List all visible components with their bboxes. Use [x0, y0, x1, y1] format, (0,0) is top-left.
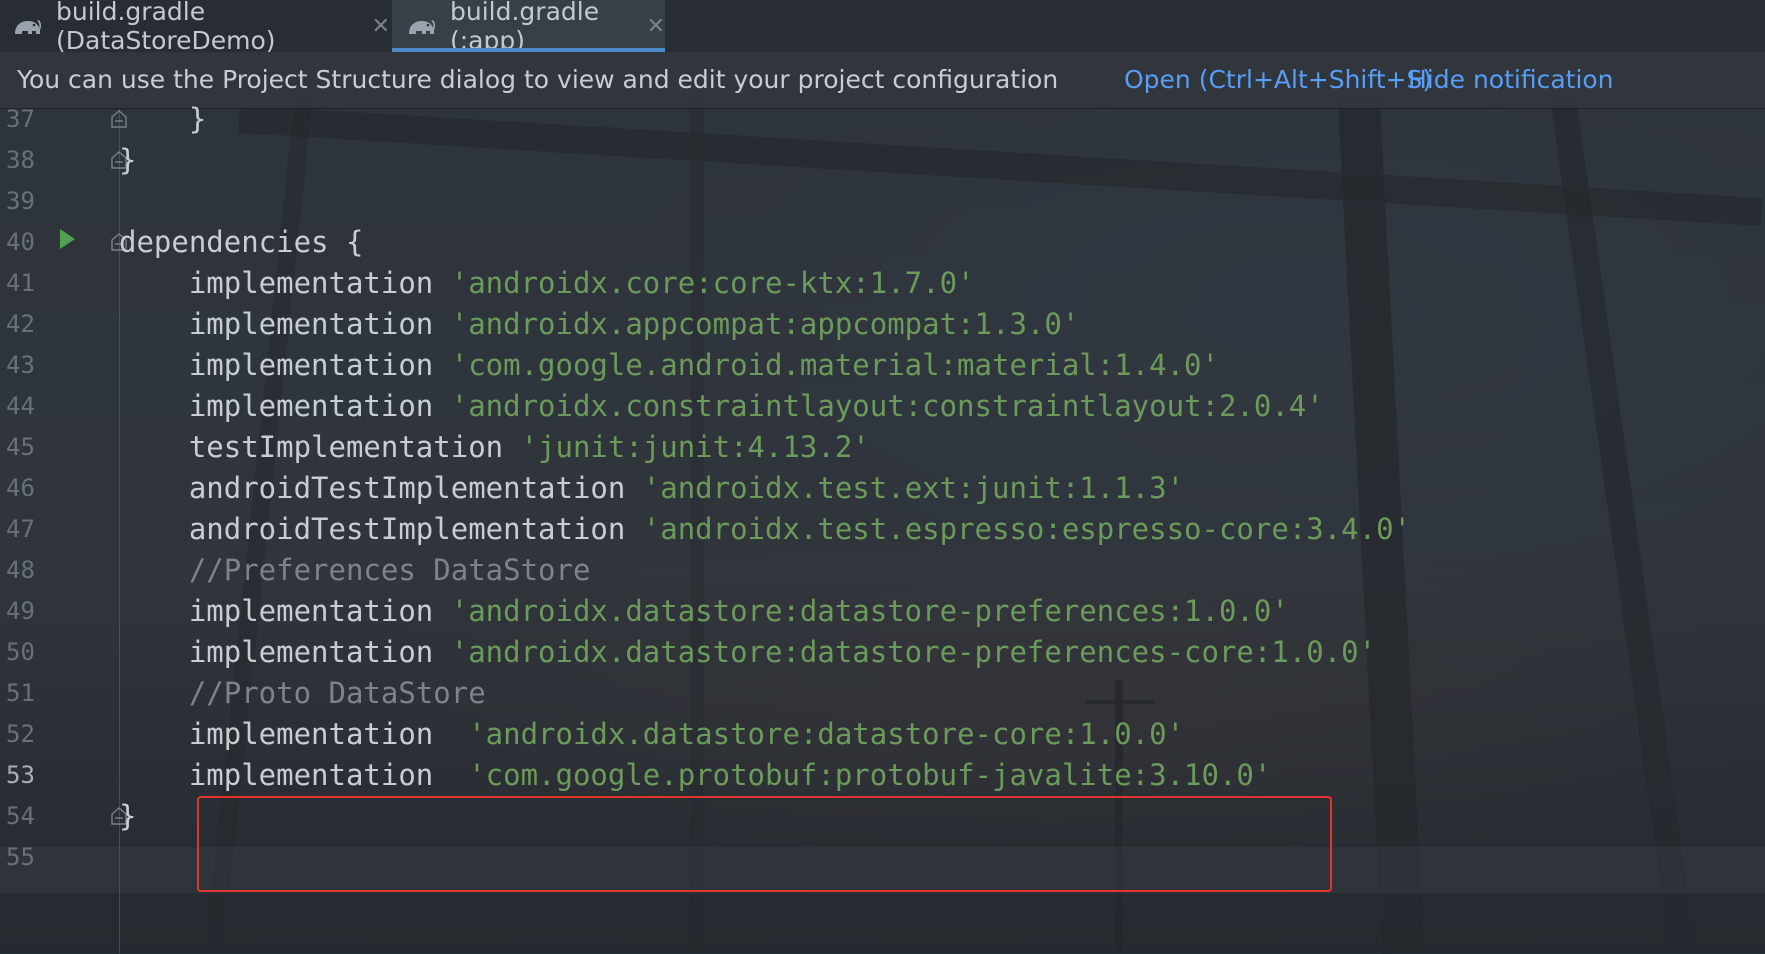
notification-message: You can use the Project Structure dialog…	[17, 65, 1059, 94]
hide-notification-link[interactable]: Hide notification	[1408, 65, 1614, 94]
comment-text: //Proto DataStore	[119, 676, 486, 710]
code-text: androidTestImplementation 'androidx.test…	[119, 465, 1184, 511]
code-text: androidTestImplementation 'androidx.test…	[119, 506, 1411, 552]
code-text: }	[119, 793, 136, 839]
tab-build-gradle-project[interactable]: build.gradle (DataStoreDemo) ✕	[12, 0, 390, 55]
code-line[interactable]: 50 implementation 'androidx.datastore:da…	[0, 629, 1765, 675]
code-text: implementation 'androidx.constraintlayou…	[119, 383, 1324, 429]
line-number: 37	[6, 105, 35, 133]
line-number: 54	[6, 802, 35, 830]
code-line[interactable]: 53 implementation 'com.google.protobuf:p…	[0, 752, 1765, 798]
comment-text: //Preferences DataStore	[119, 553, 591, 587]
string-literal: 'androidx.test.ext:junit:1.1.3'	[642, 471, 1185, 505]
code-line[interactable]: 47 androidTestImplementation 'androidx.t…	[0, 506, 1765, 552]
code-token: implementation	[119, 307, 451, 341]
string-literal: 'com.google.protobuf:protobuf-javalite:3…	[468, 758, 1272, 792]
code-token: implementation	[119, 348, 451, 382]
open-project-structure-link[interactable]: Open (Ctrl+Alt+Shift+S)	[1124, 65, 1432, 94]
string-literal: 'androidx.datastore:datastore-core:1.0.0…	[468, 717, 1185, 751]
code-token: implementation	[119, 266, 451, 300]
code-text: //Preferences DataStore	[119, 547, 591, 593]
code-line[interactable]: 40 dependencies {	[0, 219, 1765, 265]
tab-build-gradle-app[interactable]: build.gradle (:app) ✕	[392, 0, 665, 55]
line-number: 39	[6, 187, 35, 215]
code-line[interactable]: 42 implementation 'androidx.appcompat:ap…	[0, 301, 1765, 347]
line-number: 50	[6, 638, 35, 666]
editor-tab-bar: build.gradle (DataStoreDemo) ✕ build.gra…	[0, 0, 1765, 55]
code-token: implementation	[119, 717, 469, 751]
string-literal: 'junit:junit:4.13.2'	[520, 430, 870, 464]
line-number: 45	[6, 433, 35, 461]
code-token: androidTestImplementation	[119, 512, 643, 546]
code-line[interactable]: 52 implementation 'androidx.datastore:da…	[0, 711, 1765, 757]
code-text: dependencies {	[119, 219, 363, 265]
close-icon[interactable]: ✕	[647, 14, 665, 39]
line-number: 51	[6, 679, 35, 707]
tab-label: build.gradle (DataStoreDemo)	[56, 0, 276, 55]
string-literal: 'androidx.datastore:datastore-preference…	[450, 635, 1377, 669]
code-line[interactable]: 38}	[0, 137, 1765, 183]
gradle-elephant-icon	[12, 15, 42, 37]
string-literal: 'androidx.constraintlayout:constraintlay…	[450, 389, 1324, 423]
code-token: implementation	[119, 635, 451, 669]
code-text: }	[119, 96, 206, 142]
line-number: 48	[6, 556, 35, 584]
line-number: 42	[6, 310, 35, 338]
code-line[interactable]: 46 androidTestImplementation 'androidx.t…	[0, 465, 1765, 511]
code-token: implementation	[119, 389, 451, 423]
code-line[interactable]: 41 implementation 'androidx.core:core-kt…	[0, 260, 1765, 306]
code-text: testImplementation 'junit:junit:4.13.2'	[119, 424, 870, 470]
code-text: implementation 'androidx.core:core-ktx:1…	[119, 260, 975, 306]
code-token: implementation	[119, 758, 469, 792]
close-icon[interactable]: ✕	[372, 14, 390, 39]
string-literal: 'com.google.android.material:material:1.…	[450, 348, 1219, 382]
code-token: androidTestImplementation	[119, 471, 643, 505]
code-line[interactable]: 44 implementation 'androidx.constraintla…	[0, 383, 1765, 429]
run-gutter-icon[interactable]	[60, 229, 75, 249]
gradle-elephant-icon	[406, 15, 436, 37]
code-text: implementation 'com.google.protobuf:prot…	[119, 752, 1272, 798]
code-line[interactable]: 49 implementation 'androidx.datastore:da…	[0, 588, 1765, 634]
code-line[interactable]: 43 implementation 'com.google.android.ma…	[0, 342, 1765, 388]
code-token: dependencies {	[119, 225, 364, 259]
code-line[interactable]: 39	[0, 178, 1765, 224]
code-line[interactable]: 45 testImplementation 'junit:junit:4.13.…	[0, 424, 1765, 470]
line-number: 49	[6, 597, 35, 625]
string-literal: 'androidx.test.espresso:espresso-core:3.…	[642, 512, 1412, 546]
code-text: }	[119, 137, 136, 183]
code-line[interactable]: 37 }	[0, 96, 1765, 142]
code-text: implementation 'com.google.android.mater…	[119, 342, 1219, 388]
line-number: 52	[6, 720, 35, 748]
code-line[interactable]: 51 //Proto DataStore	[0, 670, 1765, 716]
highlight-annotation-box	[197, 796, 1332, 892]
code-token: testImplementation	[119, 430, 521, 464]
string-literal: 'androidx.datastore:datastore-preference…	[450, 594, 1289, 628]
code-text: implementation 'androidx.datastore:datas…	[119, 629, 1376, 675]
code-text: implementation 'androidx.datastore:datas…	[119, 588, 1289, 634]
code-text: //Proto DataStore	[119, 670, 486, 716]
line-number: 55	[6, 843, 35, 871]
line-number: 46	[6, 474, 35, 502]
code-line[interactable]: 48 //Preferences DataStore	[0, 547, 1765, 593]
string-literal: 'androidx.appcompat:appcompat:1.3.0'	[450, 307, 1080, 341]
code-token: }	[119, 143, 137, 177]
code-token: }	[119, 102, 207, 136]
line-number: 47	[6, 515, 35, 543]
line-number: 38	[6, 146, 35, 174]
code-token: implementation	[119, 594, 451, 628]
string-literal: 'androidx.core:core-ktx:1.7.0'	[450, 266, 975, 300]
line-number: 53	[6, 761, 35, 789]
code-text: implementation 'androidx.appcompat:appco…	[119, 301, 1079, 347]
line-number: 41	[6, 269, 35, 297]
line-number: 40	[6, 228, 35, 256]
line-number: 44	[6, 392, 35, 420]
code-text: implementation 'androidx.datastore:datas…	[119, 711, 1184, 757]
code-token: }	[119, 799, 137, 833]
line-number: 43	[6, 351, 35, 379]
tab-label: build.gradle (:app)	[450, 0, 600, 55]
